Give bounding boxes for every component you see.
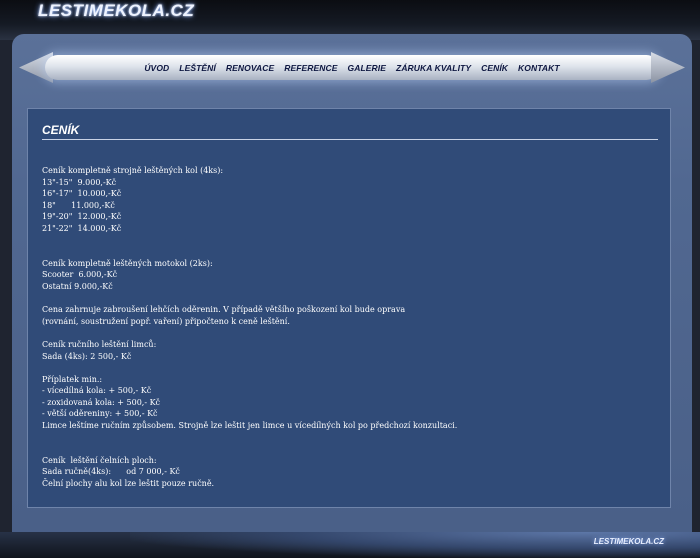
nav-item-uvod[interactable]: ÚVOD [139, 63, 174, 73]
main-navigation: ÚVOD LEŠTĚNÍ RENOVACE REFERENCE GALERIE … [19, 52, 685, 83]
footer-bar: LESTIMEKOLA.CZ [0, 532, 700, 558]
page-title: CENÍK [42, 123, 80, 137]
nav-item-renovace[interactable]: RENOVACE [221, 63, 279, 73]
nav-item-kontakt[interactable]: KONTAKT [513, 63, 565, 73]
nav-item-lesteni[interactable]: LEŠTĚNÍ [174, 63, 221, 73]
content-panel: CENÍK Ceník kompletně strojně leštěných … [27, 108, 671, 508]
nav-item-reference[interactable]: REFERENCE [279, 63, 342, 73]
site-logo[interactable]: LESTIMEKOLA.CZ [38, 0, 194, 22]
nav-links: ÚVOD LEŠTĚNÍ RENOVACE REFERENCE GALERIE … [19, 52, 685, 83]
nav-item-zaruka-kvality[interactable]: ZÁRUKA KVALITY [391, 63, 476, 73]
title-divider [42, 139, 658, 140]
nav-item-galerie[interactable]: GALERIE [343, 63, 391, 73]
price-list-text: Ceník kompletně strojně leštěných kol (4… [42, 166, 458, 489]
footer-logo: LESTIMEKOLA.CZ [593, 537, 664, 546]
nav-item-cenik[interactable]: CENÍK [476, 63, 513, 73]
